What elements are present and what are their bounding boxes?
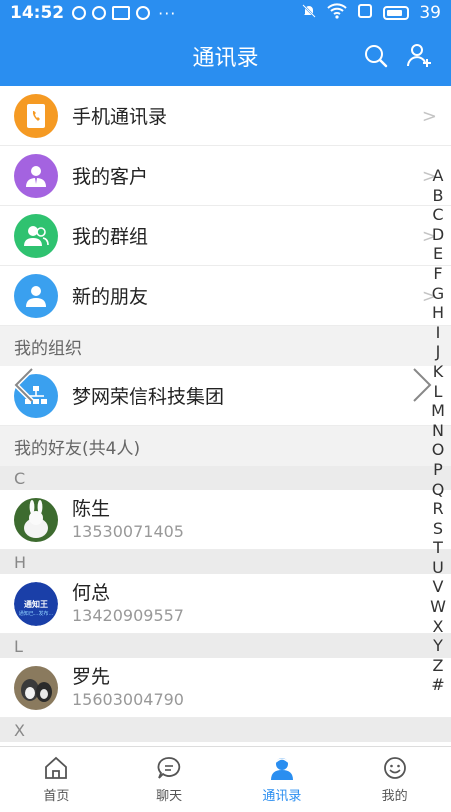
index-letter[interactable]: A	[433, 166, 444, 186]
letter-header-x: X	[0, 718, 451, 742]
menu-new-friends[interactable]: 新的朋友 >	[0, 266, 451, 326]
org-item[interactable]: 梦网荣信科技集团	[0, 366, 451, 426]
app-header: 通讯录	[0, 26, 451, 86]
index-letter[interactable]: P	[433, 460, 443, 480]
contact-row[interactable]: 陈生 13530071405	[0, 490, 451, 550]
battery-icon	[383, 6, 410, 20]
org-name: 梦网荣信科技集团	[72, 386, 225, 408]
letter-header-h: H	[0, 550, 451, 574]
index-letter[interactable]: C	[432, 205, 443, 225]
customer-icon	[14, 153, 58, 198]
contact-phone: 13530071405	[72, 521, 184, 541]
letter-header-c: C	[0, 466, 451, 490]
prev-arrow-icon[interactable]	[8, 365, 38, 405]
menu-label: 我的群组	[72, 226, 149, 248]
add-user-icon[interactable]	[405, 41, 433, 69]
index-letter[interactable]: Y	[433, 636, 443, 656]
menu-customers[interactable]: 我的客户 >	[0, 146, 451, 206]
org-section-header: 我的组织	[0, 326, 451, 366]
tab-profile[interactable]: 我的	[338, 747, 451, 812]
profile-icon	[383, 757, 406, 779]
contacts-icon	[270, 758, 293, 780]
news-icon	[112, 6, 131, 20]
alphabet-index[interactable]: A B C D E F G H I J K L M N O P Q R S T U V W X Y Z #	[429, 166, 447, 695]
index-letter[interactable]: G	[432, 284, 444, 304]
search-icon[interactable]	[363, 43, 389, 69]
index-letter[interactable]: U	[432, 558, 444, 578]
avatar-logo-subtext: 通知已...发布...	[18, 610, 54, 617]
home-icon	[45, 756, 68, 779]
chevron-right-icon: >	[421, 106, 437, 127]
avatar: 通知王 通知已...发布...	[14, 581, 58, 626]
battery-level: 39	[419, 3, 441, 23]
index-letter[interactable]: V	[433, 577, 444, 597]
message-icon	[136, 6, 151, 20]
tab-label: 首页	[43, 789, 70, 804]
new-friend-icon	[14, 273, 58, 318]
menu-phonebook[interactable]: 手机通讯录 >	[0, 86, 451, 146]
contact-phone: 13420909557	[72, 605, 184, 625]
index-letter[interactable]: I	[436, 323, 441, 343]
letter-header-l: L	[0, 634, 451, 658]
index-letter[interactable]: W	[430, 597, 446, 617]
avatar	[14, 665, 58, 710]
status-bar: 14:52 ··· 39	[0, 0, 451, 26]
index-letter[interactable]: H	[432, 303, 444, 323]
tab-chat[interactable]: 聊天	[113, 747, 226, 812]
index-letter[interactable]: Z	[433, 656, 444, 676]
tab-label: 我的	[381, 789, 408, 804]
index-letter[interactable]: O	[432, 440, 445, 460]
menu-groups[interactable]: 我的群组 >	[0, 206, 451, 266]
index-letter[interactable]: Q	[432, 480, 445, 500]
index-letter[interactable]: J	[436, 342, 441, 362]
menu-label: 我的客户	[72, 166, 149, 188]
friends-section-header: 我的好友(共4人)	[0, 426, 451, 466]
index-letter[interactable]: K	[433, 362, 444, 382]
phonebook-icon	[14, 93, 58, 138]
contacts-content[interactable]: 手机通讯录 > 我的客户 > 我的群组 > 新的朋友 > 我的组织 梦网荣信科技…	[0, 86, 451, 746]
index-letter[interactable]: L	[434, 382, 443, 402]
index-letter[interactable]: E	[433, 244, 443, 264]
avatar-logo-text: 通知王	[24, 599, 48, 609]
index-letter[interactable]: R	[432, 499, 443, 519]
index-letter[interactable]: #	[431, 675, 444, 695]
index-letter[interactable]: B	[433, 186, 444, 206]
menu-label: 新的朋友	[72, 286, 149, 308]
contact-row[interactable]: 通知王 通知已...发布... 何总 13420909557	[0, 574, 451, 634]
index-letter[interactable]: F	[433, 264, 442, 284]
contact-phone: 15603004790	[72, 689, 184, 709]
tab-label: 聊天	[156, 789, 183, 804]
contact-row[interactable]: 罗先 15603004790	[0, 658, 451, 718]
index-letter[interactable]: X	[433, 617, 444, 637]
menu-label: 手机通讯录	[72, 106, 168, 128]
index-letter[interactable]: N	[432, 421, 444, 441]
avatar	[14, 497, 58, 542]
index-letter[interactable]: T	[433, 538, 443, 558]
more-notifications-icon: ···	[158, 3, 177, 23]
contact-name: 罗先	[72, 665, 111, 688]
status-time: 14:52	[10, 3, 65, 23]
index-letter[interactable]: M	[431, 401, 445, 421]
group-icon	[14, 213, 58, 258]
bottom-tab-bar: 首页 聊天 通讯录 我的	[0, 746, 451, 812]
contact-name: 陈生	[72, 497, 111, 520]
wifi-icon	[327, 2, 348, 24]
index-letter[interactable]: S	[433, 519, 443, 539]
screen-icon	[357, 3, 373, 24]
contact-name: 何总	[72, 581, 111, 604]
mute-icon	[301, 3, 317, 24]
tab-label: 通讯录	[262, 789, 302, 804]
tab-home[interactable]: 首页	[0, 747, 113, 812]
chat-icon	[157, 757, 181, 779]
weibo-icon	[92, 6, 107, 20]
index-letter[interactable]: D	[432, 225, 444, 245]
tab-contacts[interactable]: 通讯录	[226, 747, 339, 812]
sync-icon	[72, 6, 87, 20]
